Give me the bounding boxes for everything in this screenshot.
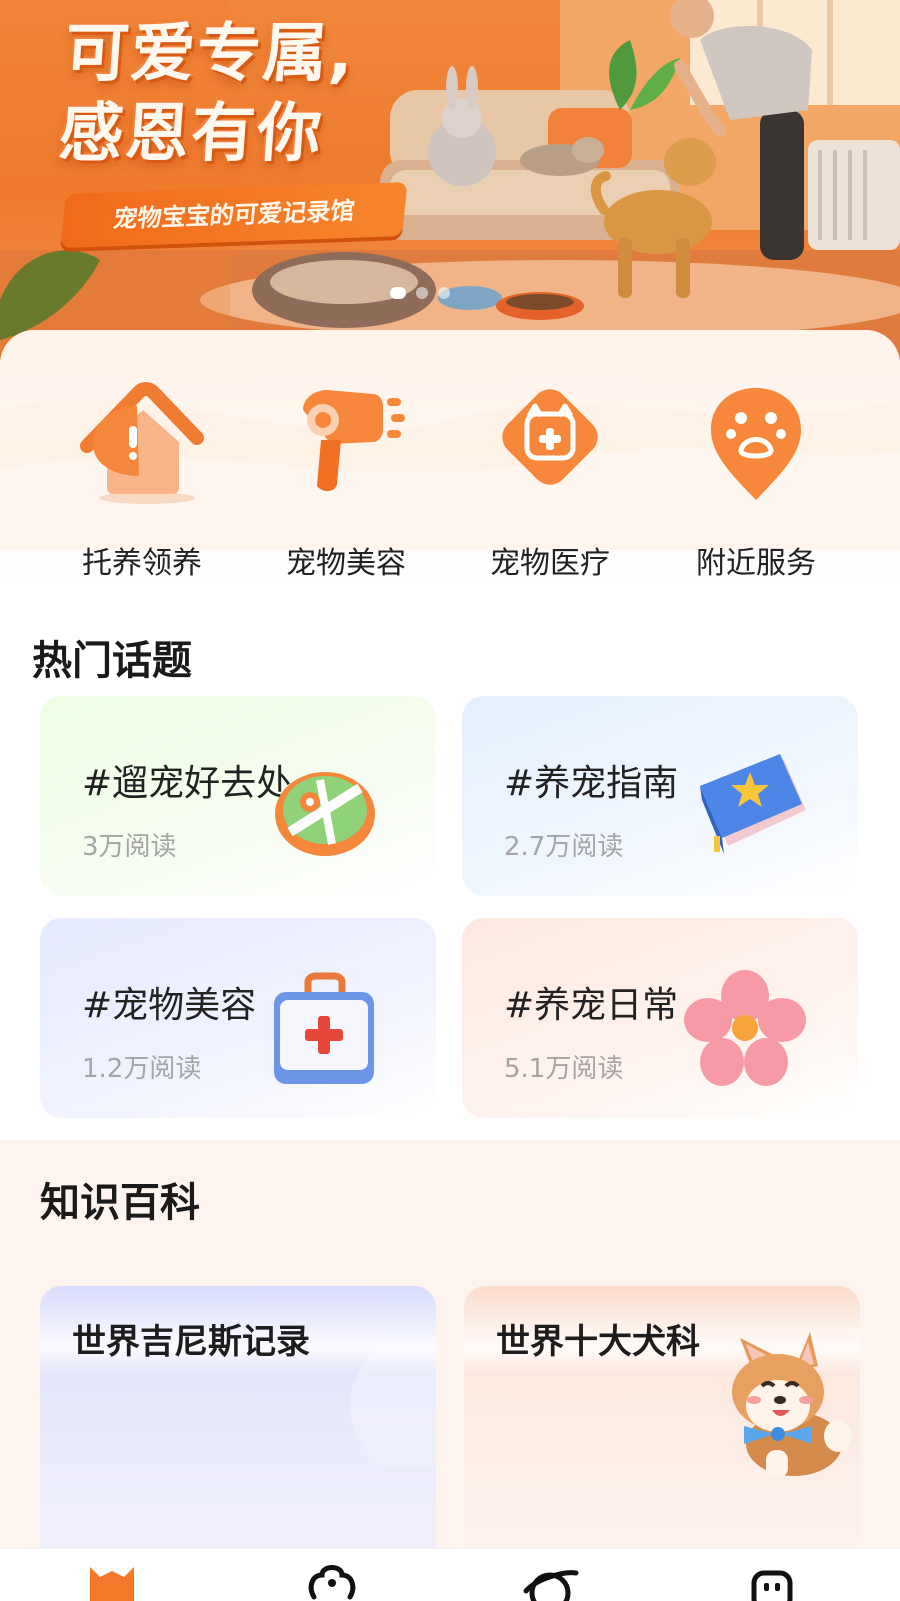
decor-circle: [350, 1346, 436, 1466]
topic-title: #养宠日常: [504, 985, 679, 1026]
tab-profile-icon[interactable]: [742, 1557, 802, 1601]
carousel-indicator: [390, 287, 450, 299]
location-paw-icon: [711, 388, 801, 500]
topic-title: #养宠指南: [504, 763, 679, 804]
topic-reads: 5.1万阅读: [504, 1054, 624, 1084]
service-label: 宠物美容: [286, 546, 406, 581]
corgi-icon: [732, 1332, 852, 1478]
topic-title: #遛宠好去处: [82, 763, 293, 804]
topic-card-guide[interactable]: #养宠指南 2.7万阅读: [462, 696, 858, 896]
knowledge-card-guinness[interactable]: 世界吉尼斯记录: [40, 1286, 436, 1586]
topic-card-walking[interactable]: #遛宠好去处 3万阅读: [40, 696, 436, 896]
topic-card-grooming[interactable]: #宠物美容 1.2万阅读: [40, 918, 436, 1118]
tab-home-cat-icon[interactable]: [82, 1557, 142, 1601]
topic-reads: 2.7万阅读: [504, 832, 624, 862]
tab-discover-flower-icon[interactable]: [302, 1557, 362, 1601]
topic-card-daily[interactable]: #养宠日常 5.1万阅读: [462, 918, 858, 1118]
tab-planet-icon[interactable]: [520, 1557, 580, 1601]
service-grid: 托养领养 宠物美容 宠物医疗 附近服务: [0, 380, 900, 590]
flower-icon: [684, 970, 806, 1086]
carousel-dot[interactable]: [416, 287, 428, 299]
knowledge-card-top-dogs[interactable]: 世界十大犬科: [464, 1286, 860, 1586]
carousel-dot-active[interactable]: [390, 287, 406, 299]
section-title-hot-topics: 热门话题: [28, 628, 192, 686]
service-label: 宠物医疗: [490, 546, 610, 581]
bottom-tab-bar: [0, 1548, 900, 1601]
carousel-dot[interactable]: [438, 287, 450, 299]
hero-banner[interactable]: 可爱专属, 感恩有你 宠物宝宝的可爱记录馆: [0, 0, 900, 360]
section-title-knowledge: 知识百科: [36, 1170, 200, 1228]
service-label: 托养领养: [82, 546, 202, 581]
topic-reads: 3万阅读: [82, 832, 177, 862]
medical-kit-icon: [274, 972, 374, 1084]
map-icon: [275, 772, 375, 856]
topic-reads: 1.2万阅读: [82, 1054, 202, 1084]
pet-house-icon: [80, 382, 204, 504]
section-title-text: 热门话题: [32, 638, 192, 684]
section-title-text: 知识百科: [40, 1180, 200, 1226]
service-item-grooming[interactable]: 宠物美容: [246, 380, 446, 582]
topic-title: #宠物美容: [82, 985, 257, 1026]
service-item-medical[interactable]: 宠物医疗: [450, 380, 650, 582]
pet-medical-icon: [502, 389, 598, 485]
service-item-nearby[interactable]: 附近服务: [656, 380, 856, 582]
book-icon: [700, 754, 806, 854]
service-label: 附近服务: [696, 546, 816, 581]
hair-dryer-icon: [303, 390, 405, 492]
main-content: 托养领养 宠物美容 宠物医疗 附近服务 热门话题 #遛宠好去处 3万阅读 #养宠…: [0, 330, 900, 1600]
banner-title: 可爱专属, 感恩有你: [56, 17, 358, 171]
service-item-foster-adopt[interactable]: 托养领养: [42, 380, 242, 582]
